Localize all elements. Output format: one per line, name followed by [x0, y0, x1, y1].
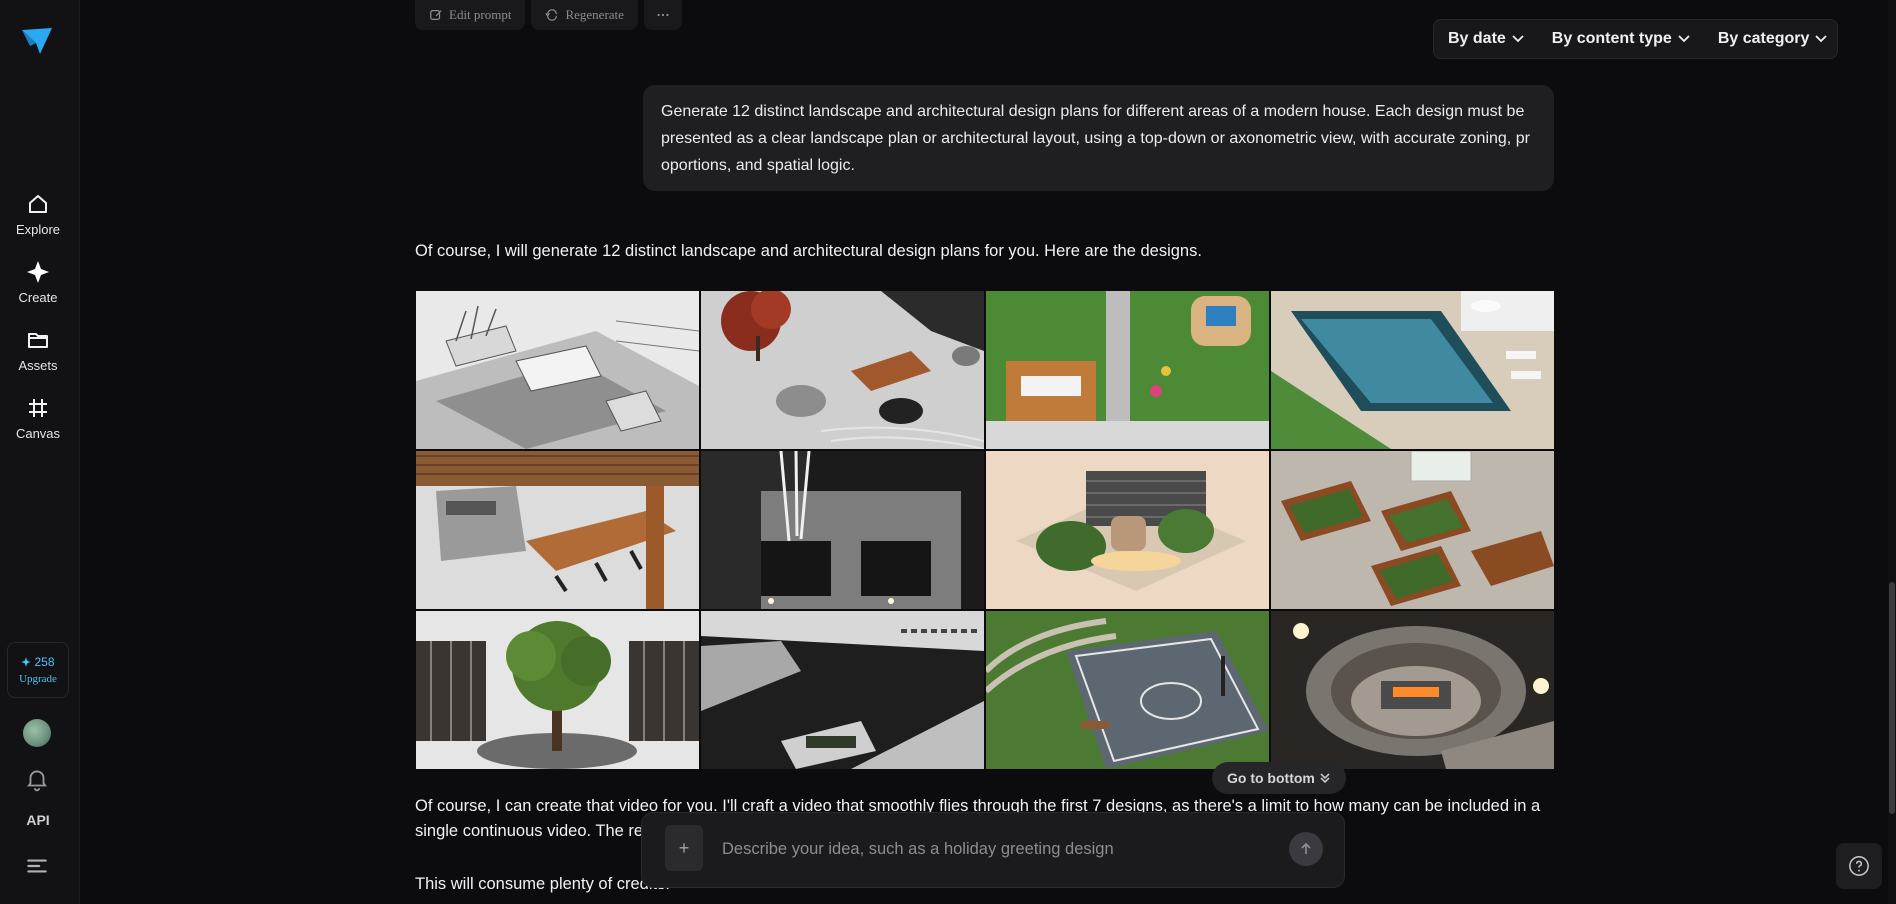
sidebar-item-label: Assets [18, 358, 58, 373]
upgrade-link[interactable]: Upgrade [19, 673, 57, 685]
add-attachment-button[interactable]: + [665, 825, 703, 871]
api-link[interactable]: API [0, 812, 76, 828]
bell-icon[interactable] [24, 766, 50, 792]
sidebar-item-label: Explore [15, 222, 61, 237]
sidebar-item-canvas[interactable]: Canvas [0, 396, 76, 441]
plus-icon: + [678, 837, 690, 858]
image-sports-court[interactable] [986, 611, 1269, 769]
double-chevron-down-icon [1320, 773, 1330, 784]
edit-prompt-label: Edit prompt [449, 7, 512, 22]
regenerate-button[interactable]: Regenerate [531, 0, 638, 30]
send-button[interactable] [1289, 832, 1323, 866]
credits-box[interactable]: 258 Upgrade [7, 642, 69, 698]
image-family-garden[interactable] [986, 291, 1269, 449]
image-raised-beds[interactable] [1271, 451, 1554, 609]
sidebar-item-label: Create [18, 290, 58, 305]
sidebar-item-create[interactable]: Create [0, 260, 76, 305]
arrow-up-icon [1301, 842, 1311, 854]
filter-label: By content type [1551, 30, 1672, 47]
home-icon [29, 195, 47, 213]
filter-label: By category [1717, 30, 1810, 47]
go-to-bottom-button[interactable]: Go to bottom [1212, 762, 1346, 794]
chevron-down-icon [1678, 35, 1690, 43]
filter-by-content-type[interactable]: By content type [1538, 30, 1704, 48]
message-actions: Edit prompt Regenerate [415, 0, 682, 30]
help-button[interactable] [1836, 843, 1882, 889]
sparkle-icon [27, 261, 49, 283]
user-message: Generate 12 distinct landscape and archi… [643, 85, 1554, 191]
folder-icon [28, 333, 48, 348]
canvas-icon [29, 399, 47, 417]
edit-prompt-button[interactable]: Edit prompt [415, 0, 526, 30]
chevron-down-icon [1815, 35, 1828, 43]
image-infinity-pool[interactable] [1271, 291, 1554, 449]
filter-by-date[interactable]: By date [1434, 30, 1538, 48]
credits-count-row: 258 [21, 655, 55, 669]
regenerate-label: Regenerate [565, 7, 624, 22]
sparkle-icon [21, 657, 32, 667]
image-atrium-tree[interactable] [416, 611, 699, 769]
image-zen-garden[interactable] [701, 291, 984, 449]
image-rooftop-terrace[interactable] [416, 291, 699, 449]
image-fire-pit[interactable] [1271, 611, 1554, 769]
image-reading-nook[interactable] [986, 451, 1269, 609]
filter-by-category[interactable]: By category [1704, 30, 1842, 48]
go-to-bottom-label: Go to bottom [1227, 770, 1315, 786]
edit-icon [430, 10, 442, 20]
sidebar-item-assets[interactable]: Assets [0, 328, 76, 373]
scrollbar-thumb[interactable] [1889, 582, 1895, 814]
logo-icon[interactable] [20, 26, 54, 56]
filter-bar: By date By content type By category [1433, 19, 1838, 59]
credits-count: 258 [34, 655, 55, 669]
sidebar: Explore Create Assets Canvas 258 Upgrade… [0, 0, 80, 904]
assistant-message-line: single continuous video. The res [415, 822, 652, 840]
sidebar-item-label: Canvas [15, 426, 61, 441]
menu-icon[interactable] [24, 856, 50, 876]
prompt-input[interactable] [722, 835, 1242, 863]
assistant-message: This will consume plenty of credits. [415, 875, 670, 893]
more-button[interactable] [643, 0, 682, 30]
scrollbar[interactable] [1888, 0, 1896, 904]
more-icon [657, 13, 669, 17]
regenerate-icon [545, 9, 558, 21]
image-driveway[interactable] [701, 611, 984, 769]
avatar[interactable] [23, 719, 51, 747]
prompt-composer: + [641, 812, 1345, 888]
filter-label: By date [1448, 30, 1506, 47]
image-outdoor-kitchen[interactable] [416, 451, 699, 609]
chevron-down-icon [1512, 35, 1524, 43]
assistant-message: Of course, I will generate 12 distinct l… [415, 242, 1202, 260]
help-icon [1849, 856, 1869, 876]
sidebar-item-explore[interactable]: Explore [0, 192, 76, 237]
main-area: Edit prompt Regenerate By date By conten… [80, 0, 1896, 904]
image-birch-courtyard[interactable] [701, 451, 984, 609]
image-grid [416, 291, 1554, 769]
